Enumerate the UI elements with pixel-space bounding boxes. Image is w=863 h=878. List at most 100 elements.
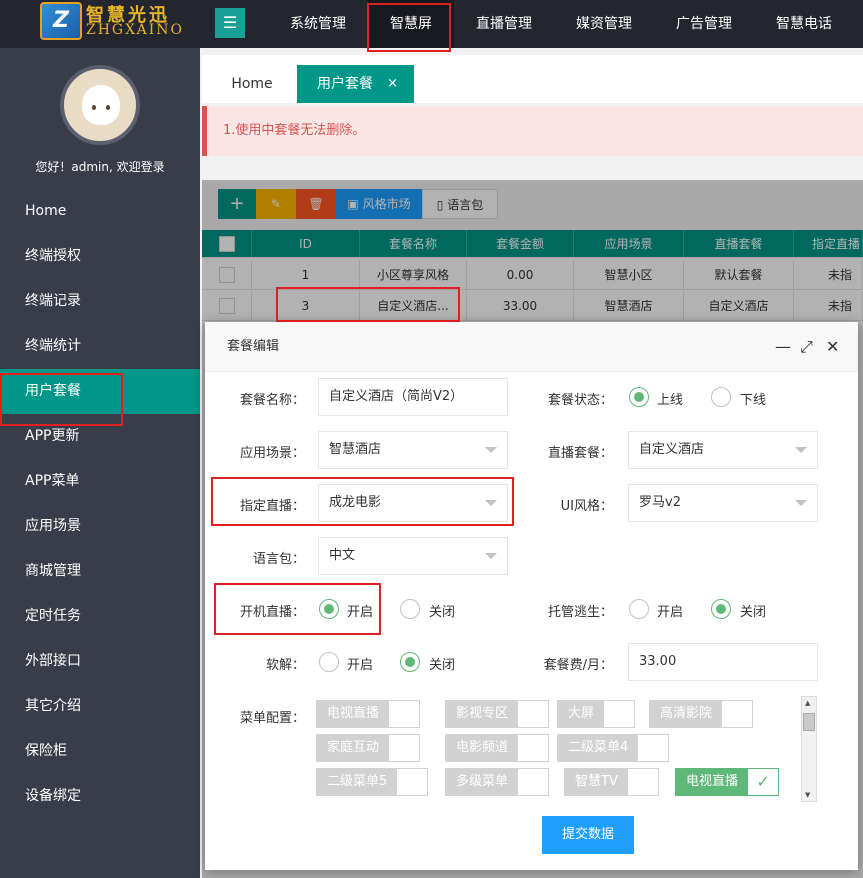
scene-label: 应用场景： <box>239 446 305 461</box>
close-icon[interactable]: ✕ <box>826 338 839 356</box>
ui-style-select[interactable]: 罗马v2 <box>628 484 818 522</box>
sidebar-item-terminal-stats[interactable]: 终端统计 <box>0 324 200 369</box>
menu-toggle-movie-channel[interactable]: 电影频道 <box>445 734 550 762</box>
sidebar-item-home[interactable]: Home <box>0 189 200 234</box>
chevron-down-icon <box>485 447 497 453</box>
ui-style-value: 罗马v2 <box>639 495 681 510</box>
sidebar-item-timer[interactable]: 定时任务 <box>0 594 200 639</box>
assigned-live-select[interactable]: 成龙电影 <box>318 484 508 522</box>
boot-live-off-radio[interactable] <box>400 599 420 619</box>
nav-smart-screen[interactable]: 智慧屏 <box>368 0 454 48</box>
menu-toggle-tv-live[interactable]: 电视直播 <box>316 700 421 728</box>
escape-on-radio[interactable] <box>629 599 649 619</box>
sidebar-item-terminal-auth[interactable]: 终端授权 <box>0 234 200 279</box>
language-label: 语言包： <box>252 552 305 567</box>
chevron-down-icon <box>795 500 807 506</box>
sidebar-item-mall[interactable]: 商城管理 <box>0 549 200 594</box>
scroll-up-icon[interactable]: ▲ <box>805 699 810 707</box>
menu-toggle-multilevel[interactable]: 多级菜单 <box>445 768 550 796</box>
escape-on-label: 开启 <box>657 605 684 620</box>
scroll-down-icon[interactable]: ▼ <box>805 791 810 799</box>
boot-live-on-label: 开启 <box>347 605 374 620</box>
menu-scrollbar[interactable]: ▲ ▼ <box>801 696 817 802</box>
toggle-box <box>604 701 635 727</box>
package-name-input[interactable]: 自定义酒店（简尚V2） <box>318 378 508 416</box>
avatar-face-icon <box>82 85 120 125</box>
menu-toggle-movies[interactable]: 影视专区 <box>445 700 550 728</box>
menu-toggle-submenu4[interactable]: 二级菜单4 <box>557 734 670 762</box>
maximize-icon[interactable]: ⤢ <box>800 338 813 356</box>
tab-user-package[interactable]: 用户套餐 × <box>297 65 414 103</box>
menu-toggle-smart-tv[interactable]: 智慧TV <box>564 768 659 796</box>
soft-decode-off-radio[interactable] <box>400 652 420 672</box>
top-bar: Z 智慧光迅 ZHGXAINO ☰ 系统管理 智慧屏 直播管理 媒资管理 广告管… <box>0 0 863 48</box>
nav-live[interactable]: 直播管理 <box>454 0 554 48</box>
sidebar-item-app-update[interactable]: APP更新 <box>0 414 200 459</box>
minimize-icon[interactable]: — <box>775 338 791 356</box>
sidebar-item-scene[interactable]: 应用场景 <box>0 504 200 549</box>
chevron-down-icon <box>485 500 497 506</box>
sidebar-item-safe[interactable]: 保险柜 <box>0 729 200 774</box>
menu-toggle-label: 二级菜单4 <box>558 735 639 761</box>
boot-live-on-radio[interactable] <box>319 599 339 619</box>
chevron-down-icon <box>485 553 497 559</box>
menu-toggle-big-screen[interactable]: 大屏 <box>557 700 636 728</box>
toggle-box <box>397 769 428 795</box>
avatar[interactable] <box>60 65 140 145</box>
menu-toggle-label: 大屏 <box>558 701 605 727</box>
monthly-fee-label: 套餐费/月： <box>543 658 613 673</box>
live-package-value: 自定义酒店 <box>639 442 705 457</box>
menu-toggle-submenu5[interactable]: 二级菜单5 <box>316 768 429 796</box>
sidebar-item-user-package[interactable]: 用户套餐 <box>0 369 200 414</box>
submit-button[interactable]: 提交数据 <box>542 816 634 854</box>
escape-off-radio[interactable] <box>711 599 731 619</box>
assigned-live-value: 成龙电影 <box>329 495 382 510</box>
toggle-box <box>722 701 753 727</box>
menu-config-area: 电视直播 影视专区 大屏 高清影院 家庭互动 电影频道 二级菜单4 二级菜单5 … <box>316 696 806 802</box>
scene-select[interactable]: 智慧酒店 <box>318 431 508 469</box>
logo-mark-icon: Z <box>40 2 82 40</box>
status-offline-radio[interactable] <box>711 387 731 407</box>
ui-style-label: UI风格： <box>560 499 613 514</box>
sidebar-item-device-bind[interactable]: 设备绑定 <box>0 774 200 819</box>
scene-value: 智慧酒店 <box>329 442 382 457</box>
language-select[interactable]: 中文 <box>318 537 508 575</box>
monthly-fee-input[interactable]: 33.00 <box>628 643 818 681</box>
nav-phone[interactable]: 智慧电话 <box>754 0 854 48</box>
sidebar-item-app-menu[interactable]: APP菜单 <box>0 459 200 504</box>
menu-toggle-label: 智慧TV <box>565 769 628 795</box>
menu-toggle-family[interactable]: 家庭互动 <box>316 734 421 762</box>
toggle-box <box>518 769 549 795</box>
soft-decode-label: 软解： <box>265 658 305 673</box>
sidebar-item-other[interactable]: 其它介绍 <box>0 684 200 729</box>
sidebar-item-api[interactable]: 外部接口 <box>0 639 200 684</box>
boot-live-label: 开机直播： <box>239 605 305 620</box>
menu-toggle-label: 电视直播 <box>317 701 390 727</box>
welcome-text: 您好！admin, 欢迎登录 <box>35 160 165 174</box>
menu-toggle-tv-live-on[interactable]: 电视直播 ✓ <box>675 768 780 796</box>
escape-off-label: 关闭 <box>740 605 767 620</box>
boot-live-off-label: 关闭 <box>429 605 456 620</box>
logo[interactable]: Z 智慧光迅 ZHGXAINO <box>38 0 198 44</box>
live-package-select[interactable]: 自定义酒店 <box>628 431 818 469</box>
sidebar: 您好！admin, 欢迎登录 Home 终端授权 终端记录 终端统计 用户套餐 … <box>0 48 200 878</box>
tab-home[interactable]: Home <box>220 65 284 103</box>
close-icon[interactable]: × <box>387 65 398 103</box>
soft-decode-on-radio[interactable] <box>319 652 339 672</box>
menu-toggle-hd-cinema[interactable]: 高清影院 <box>649 700 754 728</box>
scroll-thumb[interactable] <box>803 713 815 731</box>
menu-toggle-icon[interactable]: ☰ <box>215 8 245 38</box>
toggle-box <box>518 735 549 761</box>
menu-config-label: 菜单配置： <box>239 711 305 726</box>
toggle-box <box>638 735 669 761</box>
notice-banner: 1.使用中套餐无法删除。 <box>202 106 863 156</box>
nav-ads[interactable]: 广告管理 <box>654 0 754 48</box>
soft-decode-on-label: 开启 <box>347 658 374 673</box>
tab-bar: Home 用户套餐 × <box>202 55 863 103</box>
nav-system[interactable]: 系统管理 <box>268 0 368 48</box>
status-online-radio[interactable] <box>629 387 649 407</box>
package-name-label: 套餐名称： <box>239 393 305 408</box>
soft-decode-off-label: 关闭 <box>429 658 456 673</box>
nav-media[interactable]: 媒资管理 <box>554 0 654 48</box>
sidebar-item-terminal-log[interactable]: 终端记录 <box>0 279 200 324</box>
